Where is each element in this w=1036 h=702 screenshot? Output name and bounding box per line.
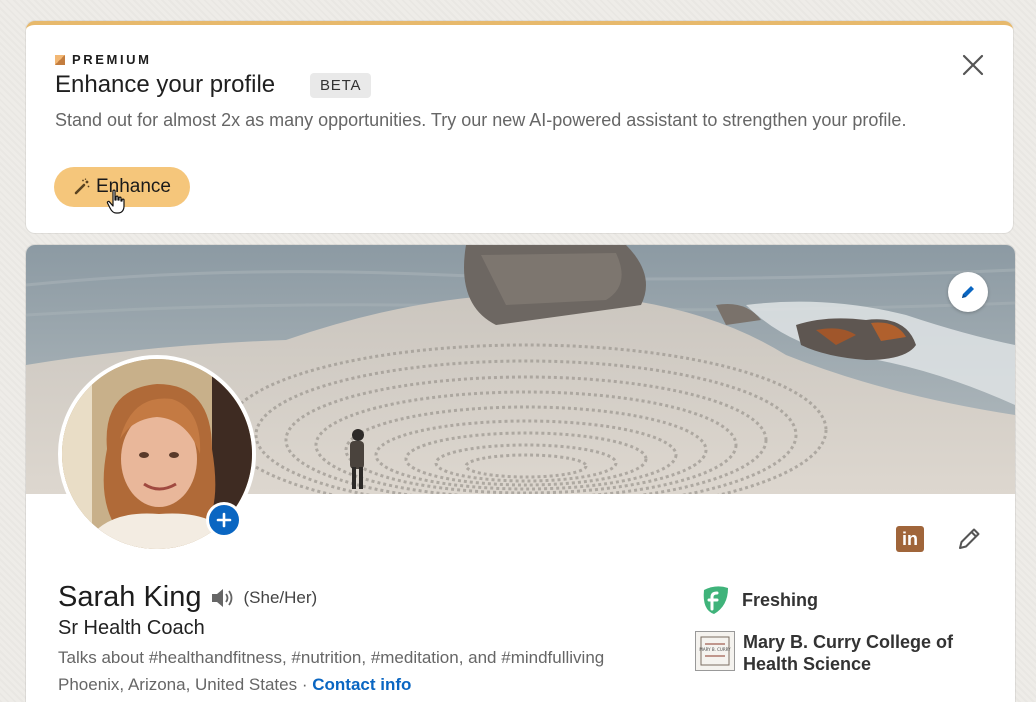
premium-promo-card: PREMIUM Enhance your profile BETA Stand … bbox=[26, 21, 1013, 233]
name-row: Sarah King (She/Her) bbox=[58, 581, 317, 614]
edit-profile-pencil-icon[interactable] bbox=[955, 525, 983, 553]
promo-title: Enhance your profile bbox=[55, 71, 276, 98]
location-row: Phoenix, Arizona, United States · Contac… bbox=[58, 675, 411, 695]
premium-logo-icon bbox=[55, 54, 65, 65]
pronouns: (She/Her) bbox=[243, 587, 318, 607]
school-logo-icon: MARY B. CURRY bbox=[695, 631, 735, 671]
contact-info-link[interactable]: Contact info bbox=[312, 675, 411, 694]
profile-name: Sarah King bbox=[58, 581, 202, 613]
promo-description: Stand out for almost 2x as many opportun… bbox=[55, 110, 907, 130]
edit-cover-button[interactable] bbox=[948, 272, 988, 312]
plus-icon bbox=[216, 512, 232, 528]
education-school[interactable]: MARY B. CURRY Mary B. Curry College of H… bbox=[695, 631, 963, 675]
freshing-logo-icon bbox=[703, 586, 728, 614]
school-name: Mary B. Curry College of Health Science bbox=[743, 632, 954, 674]
profile-headline: Sr Health Coach bbox=[58, 617, 205, 639]
talks-about: Talks about #healthandfitness, #nutritio… bbox=[58, 648, 605, 667]
current-company[interactable]: Freshing bbox=[698, 584, 818, 616]
premium-label: PREMIUM bbox=[72, 52, 152, 67]
magic-wand-icon bbox=[74, 178, 90, 195]
profile-card: in Sarah King (She/Her) Sr Health Coach … bbox=[26, 245, 1015, 702]
close-icon[interactable] bbox=[960, 52, 986, 78]
linkedin-icon[interactable]: in bbox=[896, 526, 924, 552]
premium-badge: PREMIUM bbox=[55, 52, 152, 67]
pencil-icon bbox=[962, 286, 974, 298]
beta-badge: BETA bbox=[310, 73, 372, 98]
location: Phoenix, Arizona, United States bbox=[58, 675, 298, 694]
school-logo-text: MARY B. CURRY bbox=[699, 647, 731, 652]
add-photo-button[interactable] bbox=[206, 502, 242, 538]
separator: · bbox=[301, 675, 308, 694]
company-name: Freshing bbox=[742, 589, 819, 610]
hand-cursor-icon bbox=[106, 189, 125, 214]
speaker-icon[interactable] bbox=[210, 587, 236, 609]
